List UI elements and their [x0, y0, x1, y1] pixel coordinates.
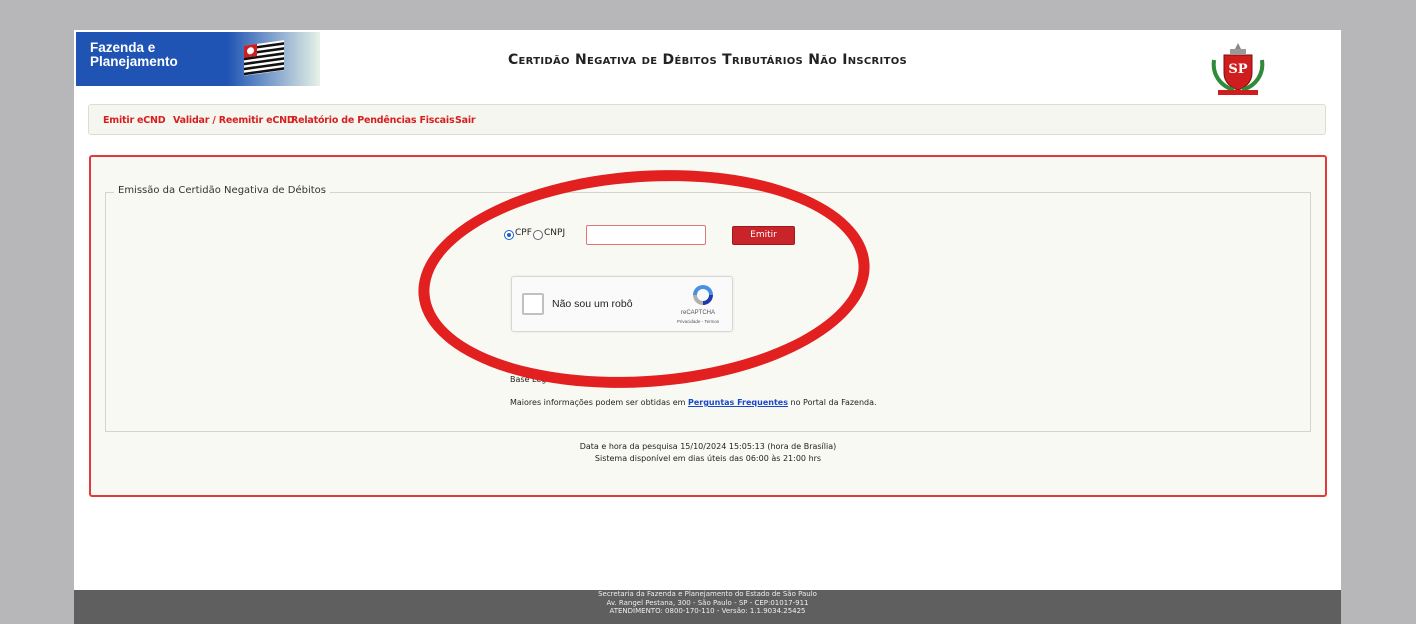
footer: Secretaria da Fazenda e Planejamento do … [74, 590, 1341, 624]
footer-line3: ATENDIMENTO: 0800-170-110 - Versão: 1.1.… [609, 607, 806, 615]
recaptcha-brand: reCAPTCHA [680, 310, 715, 316]
radio-cnpj[interactable] [533, 230, 543, 240]
footer-line2: Av. Rangel Pestana, 300 - São Paulo - SP… [606, 598, 809, 607]
base-legal-line: Base Legal: [510, 375, 556, 384]
main-panel: Emissão da Certidão Negativa de Débitos … [89, 155, 1327, 497]
radio-cnpj-label[interactable]: CNPJ [544, 228, 565, 238]
more-info-line: Maiores informações podem ser obtidas em… [510, 398, 877, 407]
page-title: Certidão Negativa de Débitos Tributários… [507, 52, 908, 68]
radio-cpf[interactable] [504, 230, 514, 240]
recaptcha-logo-icon [693, 285, 713, 305]
timestamp-line: Data e hora da pesquisa 15/10/2024 15:05… [579, 442, 837, 451]
emitir-button[interactable]: Emitir [732, 226, 795, 245]
footer-line1: Secretaria da Fazenda e Planejamento do … [598, 590, 817, 598]
nav-emitir-ecnd[interactable]: Emitir eCND [103, 115, 166, 126]
recaptcha-checkbox[interactable] [522, 293, 544, 315]
emission-fieldset: Emissão da Certidão Negativa de Débitos … [105, 185, 1311, 432]
availability-line: Sistema disponível em dias úteis das 06:… [594, 454, 822, 463]
perguntas-frequentes-link[interactable]: Perguntas Frequentes [688, 398, 788, 407]
recaptcha-links[interactable]: Privacidade - Termos [662, 319, 734, 324]
nav-relatorio-pendencias[interactable]: Relatório de Pendências Fiscais [291, 115, 455, 126]
page: Fazenda e Planejamento Certidão Negativa… [74, 30, 1341, 624]
radio-cpf-label[interactable]: CPF [515, 228, 532, 238]
recaptcha-widget: Não sou um robô reCAPTCHA Privacidade - … [511, 276, 733, 332]
recaptcha-label: Não sou um robô [552, 298, 633, 310]
svg-text:SP: SP [1228, 62, 1247, 77]
fieldset-legend: Emissão da Certidão Negativa de Débitos [114, 185, 330, 196]
nav-sair[interactable]: Sair [455, 115, 476, 126]
nav-bar: Emitir eCND Validar / Reemitir eCND Rela… [88, 104, 1326, 135]
document-number-input[interactable] [586, 225, 706, 245]
more-info-prefix: Maiores informações podem ser obtidas em [510, 398, 686, 407]
more-info-suffix: no Portal da Fazenda. [790, 398, 877, 407]
sp-coat-of-arms-icon: SP [1211, 43, 1265, 95]
search-timestamp: Data e hora da pesquisa 15/10/2024 15:05… [91, 441, 1325, 465]
base-legal-label: Base Legal: [510, 375, 557, 384]
nav-validar-reemitir-ecnd[interactable]: Validar / Reemitir eCND [173, 115, 295, 126]
